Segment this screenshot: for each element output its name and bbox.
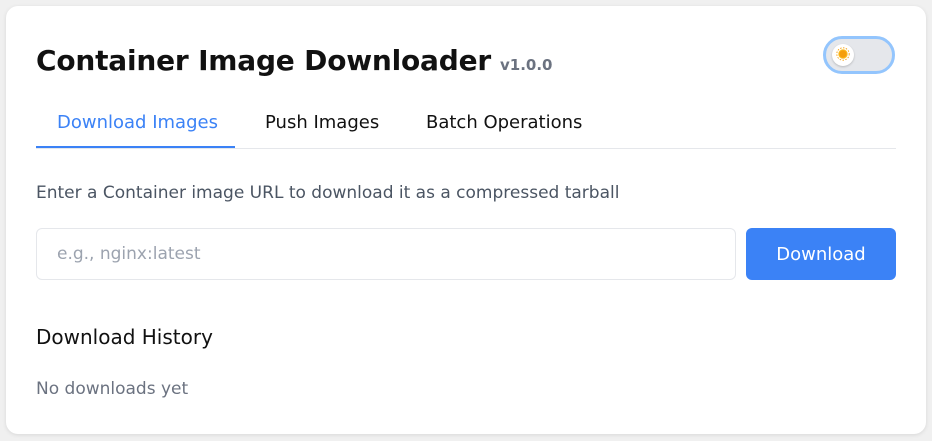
app-title: Container Image Downloader <box>36 44 491 77</box>
theme-toggle[interactable] <box>823 36 895 74</box>
app-header: Container Image Downloader v1.0.0 <box>36 44 553 77</box>
image-url-input[interactable] <box>36 228 736 280</box>
version-label: v1.0.0 <box>500 56 553 74</box>
app-card: Container Image Downloader v1.0.0 Downlo… <box>6 6 926 434</box>
tab-push-images[interactable]: Push Images <box>265 102 379 148</box>
tab-bar: Download Images Push Images Batch Operat… <box>36 102 896 149</box>
download-history-title: Download History <box>36 325 213 349</box>
download-button[interactable]: Download <box>746 228 896 280</box>
download-instructions: Enter a Container image URL to download … <box>36 183 620 203</box>
download-history-empty: No downloads yet <box>36 379 189 399</box>
tab-batch-operations[interactable]: Batch Operations <box>426 102 582 148</box>
sun-icon <box>836 46 850 65</box>
tab-download-images[interactable]: Download Images <box>36 102 235 148</box>
toggle-knob <box>832 44 854 66</box>
